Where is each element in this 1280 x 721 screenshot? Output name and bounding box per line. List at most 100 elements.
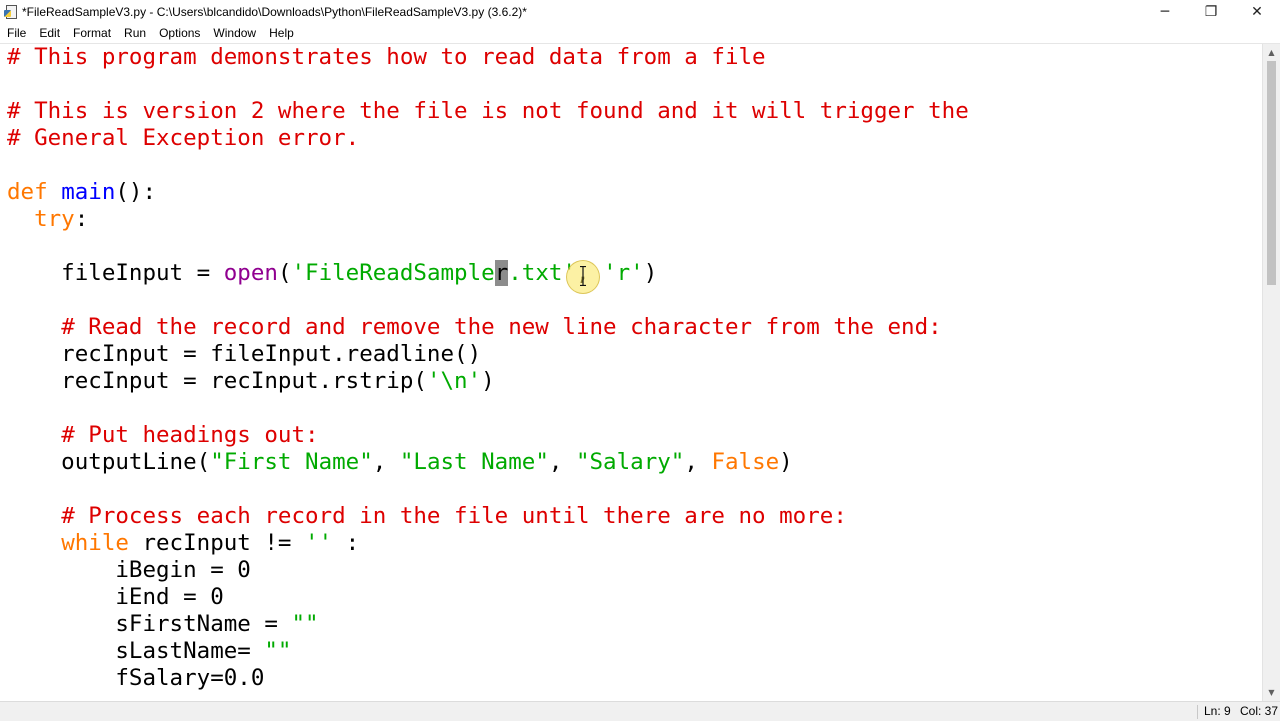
menu-format[interactable]: Format <box>66 24 117 43</box>
maximize-button[interactable]: ❐ <box>1188 0 1234 24</box>
code-token: : <box>332 530 360 556</box>
code-token: main <box>61 179 116 205</box>
code-line[interactable]: # Process each record in the file until … <box>7 503 969 530</box>
code-token: # Put headings out: <box>61 422 319 448</box>
code-line[interactable]: outputLine("First Name", "Last Name", "S… <box>7 449 969 476</box>
code-token: outputLine( <box>7 449 211 475</box>
code-line[interactable]: # General Exception error. <box>7 125 969 152</box>
code-token: , <box>684 449 712 475</box>
code-token: , <box>372 449 400 475</box>
code-token: fSalary=0.0 <box>7 665 265 691</box>
code-token: sLastName= <box>7 638 265 664</box>
code-token: try <box>34 206 75 232</box>
code-line[interactable]: def main(): <box>7 179 969 206</box>
title-bar[interactable]: *FileReadSampleV3.py - C:\Users\blcandid… <box>0 0 1280 24</box>
code-token: # Process each record in the file until … <box>61 503 847 529</box>
code-token: iBegin = 0 <box>7 557 251 583</box>
menu-run[interactable]: Run <box>117 24 152 43</box>
code-token: def <box>7 179 48 205</box>
code-token: ) <box>481 368 495 394</box>
code-line[interactable]: recInput = fileInput.readline() <box>7 341 969 368</box>
code-line[interactable] <box>7 476 969 503</box>
menu-help[interactable]: Help <box>262 24 300 43</box>
code-line[interactable]: # Read the record and remove the new lin… <box>7 314 969 341</box>
close-button[interactable]: ✕ <box>1234 0 1280 24</box>
status-line-number: Ln: 9 <box>1204 704 1231 718</box>
text-cursor-icon <box>580 266 586 286</box>
code-token: 'r' <box>603 260 644 286</box>
menu-file[interactable]: File <box>0 24 32 43</box>
code-line[interactable]: iEnd = 0 <box>7 584 969 611</box>
code-line[interactable]: # This is version 2 where the file is no… <box>7 98 969 125</box>
code-token: # Read the record and remove the new lin… <box>61 314 942 340</box>
status-divider <box>1197 705 1198 719</box>
code-token: recInput = fileInput.readline() <box>7 341 482 367</box>
code-line[interactable]: while recInput != '' : <box>7 530 969 557</box>
code-line[interactable] <box>7 71 969 98</box>
code-token: "First Name" <box>210 449 373 475</box>
code-line[interactable]: fSalary=0.0 <box>7 665 969 692</box>
code-token: 'FileReadSample <box>291 260 495 286</box>
idle-editor-window: *FileReadSampleV3.py - C:\Users\blcandid… <box>0 0 1280 721</box>
code-token: while <box>61 530 129 556</box>
code-token: : <box>74 206 89 232</box>
menu-options[interactable]: Options <box>152 24 206 43</box>
code-token: ) <box>779 449 793 475</box>
menu-bar: File Edit Format Run Options Window Help <box>0 24 1280 44</box>
code-line[interactable]: sFirstName = "" <box>7 611 969 638</box>
menu-edit[interactable]: Edit <box>32 24 66 43</box>
scroll-up-button[interactable]: ▲ <box>1263 44 1280 61</box>
code-token: recInput = recInput.rstrip( <box>7 368 427 394</box>
chevron-down-icon: ▼ <box>1268 688 1275 697</box>
window-title: *FileReadSampleV3.py - C:\Users\blcandid… <box>22 5 527 19</box>
code-line[interactable]: # Put headings out: <box>7 422 969 449</box>
code-line[interactable]: recInput = recInput.rstrip('\n') <box>7 368 969 395</box>
code-token: (): <box>115 179 157 205</box>
code-token: "" <box>264 638 292 664</box>
scrollbar-thumb[interactable] <box>1267 61 1276 285</box>
code-token: fileInput = <box>7 260 224 286</box>
code-line[interactable] <box>7 287 969 314</box>
vertical-scrollbar[interactable]: ▲ ▼ <box>1262 44 1280 701</box>
code-line[interactable] <box>7 233 969 260</box>
code-token: False <box>711 449 780 475</box>
code-line[interactable]: iBegin = 0 <box>7 557 969 584</box>
window-controls: ─ ❐ ✕ <box>1142 0 1280 24</box>
code-line[interactable]: try: <box>7 206 969 233</box>
code-token: # This program demonstrates how to read … <box>7 44 766 70</box>
code-line[interactable] <box>7 395 969 422</box>
scroll-down-button[interactable]: ▼ <box>1263 684 1280 701</box>
python-file-icon <box>4 5 18 19</box>
close-icon: ✕ <box>1251 4 1263 20</box>
code-editor[interactable]: # This program demonstrates how to read … <box>0 44 1263 701</box>
code-token: open <box>223 260 278 286</box>
code-token: # General Exception error. <box>7 125 360 151</box>
restore-icon: ❐ <box>1204 4 1218 20</box>
selected-text: r <box>494 260 509 286</box>
menu-window[interactable]: Window <box>206 24 262 43</box>
code-token: recInput != <box>128 530 306 556</box>
code-line[interactable]: # This program demonstrates how to read … <box>7 44 969 71</box>
code-token: "Salary" <box>575 449 685 475</box>
code-token: sFirstName = <box>7 611 292 637</box>
status-column-number: Col: 37 <box>1240 704 1279 718</box>
code-line[interactable]: sLastName= "" <box>7 638 969 665</box>
status-bar: Ln: 9 Col: 37 <box>0 701 1280 721</box>
code-token: ) <box>643 260 658 286</box>
code-token: , <box>548 449 576 475</box>
code-token: # This is version 2 where the file is no… <box>7 98 969 124</box>
code-text[interactable]: # This program demonstrates how to read … <box>7 44 969 692</box>
minimize-button[interactable]: ─ <box>1142 0 1188 24</box>
minimize-icon: ─ <box>1160 4 1170 20</box>
code-token: '' <box>305 530 333 556</box>
code-token: '\n' <box>426 368 482 394</box>
code-line[interactable] <box>7 152 969 179</box>
code-token: iEnd = 0 <box>7 584 224 610</box>
code-token: ( <box>277 260 292 286</box>
code-line[interactable]: fileInput = open('FileReadSampler.txt', … <box>7 260 969 287</box>
